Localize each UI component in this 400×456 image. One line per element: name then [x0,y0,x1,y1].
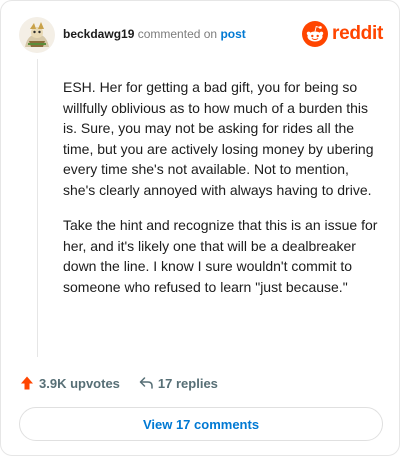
action-text: commented on [137,27,218,41]
post-link[interactable]: post [220,27,245,41]
reddit-logo-icon [302,21,329,47]
reddit-brand[interactable]: reddit [302,21,383,47]
user-avatar[interactable] [19,17,55,53]
thread-line[interactable] [37,59,38,357]
upvote-count: 3.9K upvotes [39,375,120,391]
brand-wordmark: reddit [332,23,383,44]
comment-paragraph: Take the hint and recognize that this is… [63,217,378,295]
comment-header: beckdawg19 commented on post reddit [19,15,383,55]
comment-paragraph: ESH. Her for getting a bad gift, you for… [63,79,374,198]
reply-group[interactable]: 17 replies [138,375,218,391]
view-comments-button[interactable]: View 17 comments [19,407,383,441]
reply-count: 17 replies [157,375,218,391]
reply-arrow-icon [139,377,153,389]
username[interactable]: beckdawg19 [63,27,134,41]
upvote-arrow-icon [21,376,33,390]
upvote-group[interactable]: 3.9K upvotes [19,375,120,391]
comment-byline: beckdawg19 commented on post [63,27,246,41]
comment-meta: 3.9K upvotes 17 replies [19,373,236,393]
comment-card: beckdawg19 commented on post reddit ESH.… [0,0,400,456]
comment-body: ESH. Her for getting a bad gift, you for… [63,77,383,312]
snoo-avatar-icon [19,17,55,53]
